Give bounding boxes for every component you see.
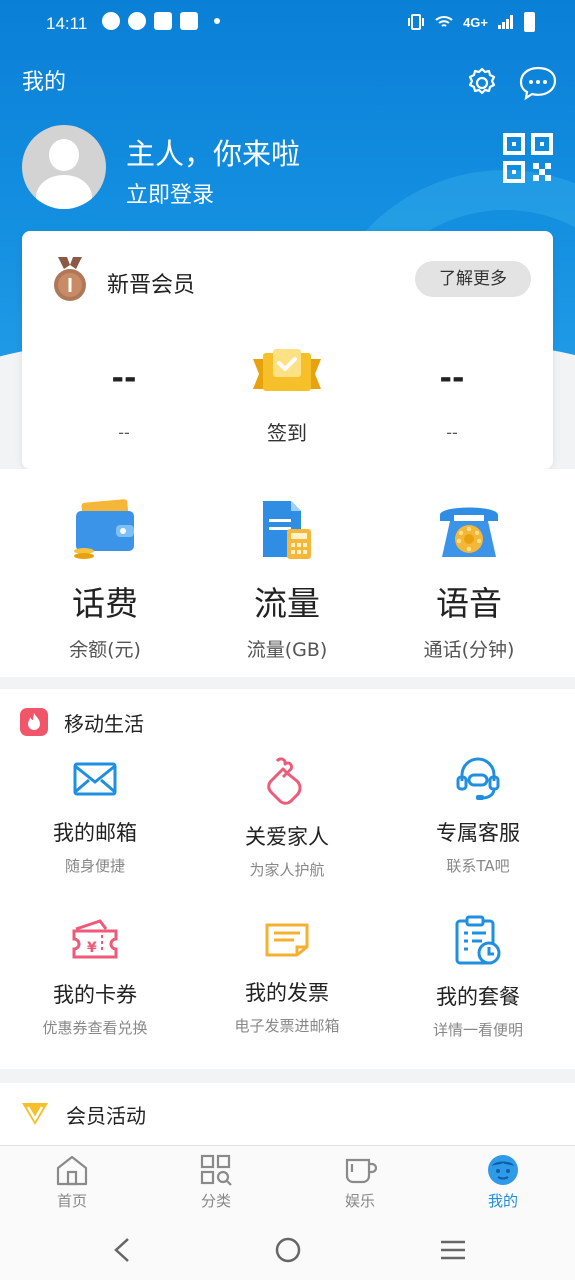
bag-icon: [154, 12, 172, 30]
chat-icon[interactable]: [519, 66, 557, 100]
signin-badge-icon: [253, 349, 321, 391]
learn-more-button[interactable]: 了解更多: [415, 261, 531, 297]
quick-title: 语音: [436, 584, 502, 623]
back-icon[interactable]: [110, 1235, 134, 1265]
login-link[interactable]: 立即登录: [126, 177, 214, 209]
stat-right-label: --: [446, 423, 458, 442]
life-item-title: 我的邮箱: [53, 821, 137, 845]
greeting-text: 主人，你来啦: [126, 137, 301, 171]
diamond-v-icon: [22, 1103, 48, 1125]
member-activity-section[interactable]: 会员活动: [0, 1083, 575, 1145]
life-item-title: 专属客服: [436, 821, 520, 845]
life-item-subtitle: 为家人护航: [249, 861, 325, 879]
invoice-icon: [265, 923, 309, 957]
dot-icon: [214, 18, 220, 24]
stat-right-value: --: [439, 361, 465, 396]
tab-entertainment[interactable]: 娱乐: [310, 1154, 410, 1211]
avatar[interactable]: [22, 125, 106, 209]
plan-clock-icon: [455, 915, 501, 965]
signin-button[interactable]: 签到: [212, 349, 362, 446]
quick-title: 话费: [72, 584, 138, 623]
telephone-icon: [440, 507, 498, 557]
wifi-icon: [435, 16, 453, 27]
member-stat-left[interactable]: -- --: [44, 361, 204, 442]
life-item-subtitle: 优惠券查看兑换: [42, 1019, 148, 1037]
mail-icon: [73, 762, 117, 796]
life-item-subtitle: 随身便捷: [64, 857, 125, 875]
system-nav-bar: [0, 1223, 575, 1280]
tab-label: 分类: [200, 1192, 231, 1210]
life-item-plan[interactable]: 我的套餐 详情一看便明: [383, 915, 573, 1040]
bottom-tab-bar: 首页 分类 娱乐 我的: [0, 1145, 575, 1223]
member-level-title: 新晋会员: [107, 273, 196, 298]
network-type: 4G+: [463, 14, 488, 30]
category-icon: [200, 1154, 232, 1186]
tab-label: 我的: [487, 1192, 518, 1210]
battery-icon: [524, 12, 535, 32]
profile-section: 主人，你来啦 立即登录: [22, 125, 557, 215]
home-icon: [56, 1155, 88, 1186]
section-title: 移动生活: [64, 711, 144, 736]
headset-icon: [456, 757, 500, 800]
qr-code-icon[interactable]: [503, 133, 553, 183]
message-icon: [102, 12, 120, 30]
wallet-icon: [74, 499, 134, 559]
member-stat-right[interactable]: -- --: [372, 361, 532, 442]
status-bar: 14:11 4G+: [0, 0, 575, 48]
status-time: 14:11: [46, 14, 88, 33]
life-item-title: 我的套餐: [436, 985, 520, 1009]
mine-icon: [488, 1155, 518, 1185]
stat-left-label: --: [118, 423, 130, 442]
coupon-icon: ¥: [72, 919, 118, 959]
life-item-service[interactable]: 专属客服 联系TA吧: [383, 755, 573, 876]
life-item-title: 我的卡券: [53, 983, 137, 1007]
quick-item-voice[interactable]: 语音 通话(分钟): [374, 499, 564, 662]
tab-category[interactable]: 分类: [166, 1154, 266, 1211]
section-title: 会员活动: [66, 1103, 146, 1128]
life-item-family[interactable]: 关爱家人 为家人护航: [192, 755, 382, 880]
tab-label: 首页: [56, 1192, 87, 1210]
bag-icon: [180, 12, 198, 30]
cup-icon: [345, 1158, 377, 1184]
tab-home[interactable]: 首页: [22, 1154, 122, 1211]
quick-subtitle: 余额(元): [69, 639, 141, 661]
life-item-title: 关爱家人: [245, 825, 329, 849]
hand-heart-icon: [267, 757, 302, 805]
quick-subtitle: 流量(GB): [246, 639, 328, 661]
member-card[interactable]: 新晋会员 了解更多 -- -- 签到 -- --: [22, 231, 553, 469]
mobile-life-section: 移动生活 我的邮箱 随身便捷 关爱家人 为家人护航 专属客服 联系TA吧 ¥ 我…: [0, 689, 575, 1069]
fire-icon: [20, 708, 48, 736]
top-bar: 我的: [22, 66, 557, 102]
life-item-title: 我的发票: [245, 981, 329, 1005]
life-item-subtitle: 详情一看便明: [432, 1021, 523, 1039]
life-item-invoice[interactable]: 我的发票 电子发票进邮箱: [192, 915, 382, 1036]
signal-icon: [498, 15, 513, 29]
document-calculator-icon: [263, 501, 311, 559]
speed-icon: [128, 12, 146, 30]
vibrate-icon: [408, 14, 425, 30]
quick-item-data[interactable]: 流量 流量(GB): [192, 499, 382, 662]
quick-stats: 话费 余额(元) 流量 流量(GB) 语音 通话(分钟): [0, 469, 575, 677]
svg-text:¥: ¥: [87, 940, 97, 956]
quick-title: 流量: [254, 584, 320, 623]
life-item-coupon[interactable]: ¥ 我的卡券 优惠券查看兑换: [0, 915, 190, 1038]
tab-label: 娱乐: [344, 1192, 375, 1210]
tab-mine[interactable]: 我的: [453, 1154, 553, 1211]
stat-left-value: --: [111, 361, 137, 396]
signin-label: 签到: [267, 421, 307, 445]
life-item-subtitle: 电子发票进邮箱: [234, 1017, 340, 1035]
menu-icon[interactable]: [438, 1235, 468, 1265]
life-item-subtitle: 联系TA吧: [446, 857, 510, 875]
quick-subtitle: 通话(分钟): [423, 639, 515, 661]
medal-icon: [54, 257, 86, 301]
quick-item-balance[interactable]: 话费 余额(元): [10, 499, 200, 662]
home-circle-icon[interactable]: [273, 1235, 303, 1265]
gear-icon[interactable]: [465, 66, 499, 100]
life-item-mail[interactable]: 我的邮箱 随身便捷: [0, 755, 190, 876]
